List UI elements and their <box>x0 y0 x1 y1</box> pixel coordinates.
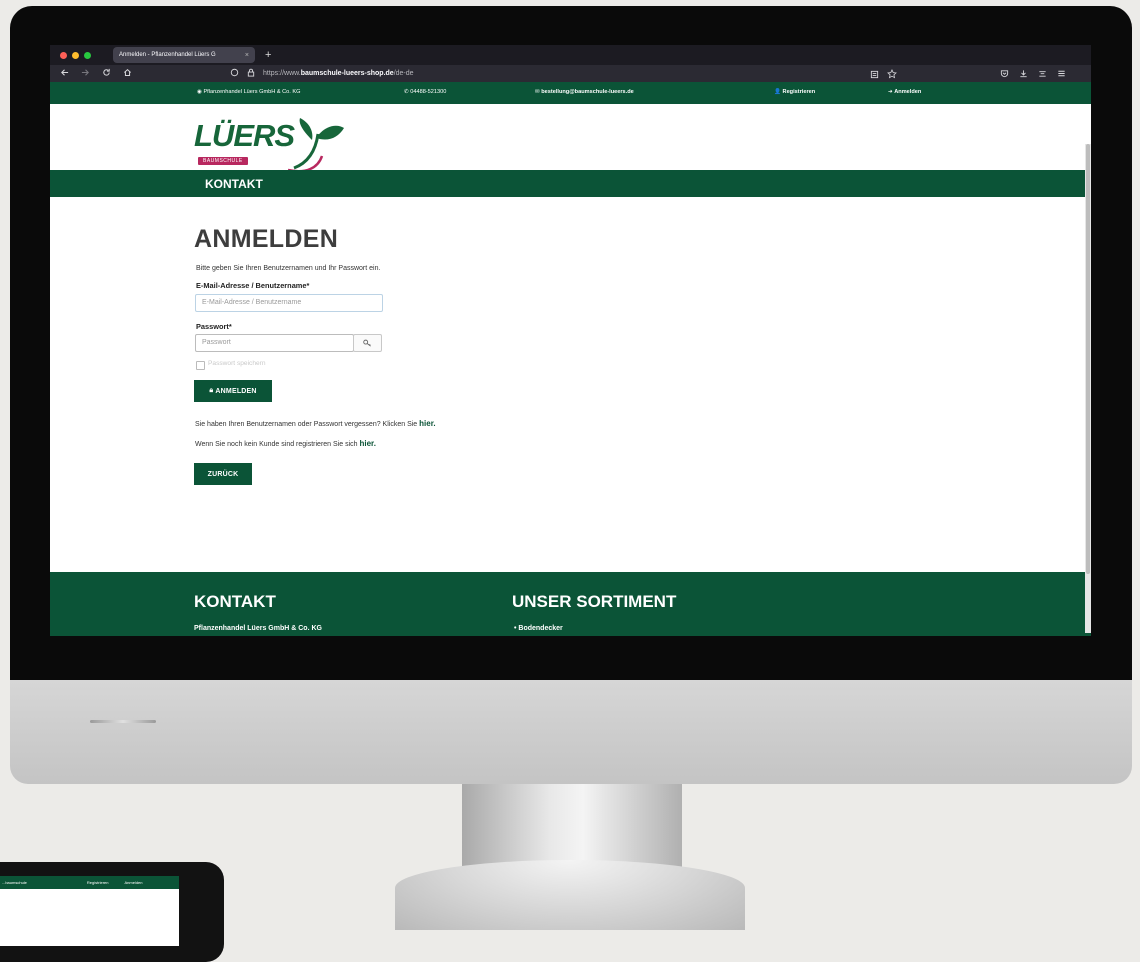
url-bar[interactable]: https://www.baumschule-lueers-shop.de/de… <box>230 67 414 80</box>
tablet-screen: ...baumschule Registrieren Anmelden <box>0 876 179 946</box>
mail-icon: ✉ <box>535 89 540 95</box>
monitor-stand-base <box>395 860 745 930</box>
topbar-register-link[interactable]: 👤 Registrieren <box>774 89 815 95</box>
window-minimize-button[interactable] <box>72 51 79 59</box>
assortment-item-label: Bodendecker <box>518 625 563 632</box>
logo-subtitle: BAUMSCHULE <box>198 157 248 165</box>
remember-password-checkbox[interactable] <box>196 361 205 370</box>
location-icon: ◉ <box>197 89 202 95</box>
topbar-company: ◉ Pflanzenhandel Lüers GmbH & Co. KG <box>197 89 300 95</box>
window-close-button[interactable] <box>60 51 67 59</box>
logo-text: LÜERS <box>194 118 295 153</box>
user-plus-icon: 👤 <box>774 89 781 95</box>
site-footer: KONTAKT Pflanzenhandel Lüers GmbH & Co. … <box>50 572 1091 636</box>
phone-icon: ✆ <box>404 89 409 95</box>
footer-company: Pflanzenhandel Lüers GmbH & Co. KG <box>194 625 322 632</box>
password-field[interactable]: Passwort <box>195 334 354 352</box>
url-actions <box>870 69 897 81</box>
bullet-icon: • <box>514 625 517 632</box>
nav-item-kontakt[interactable]: KONTAKT <box>205 177 263 191</box>
company-text: Pflanzenhandel Lüers GmbH & Co. KG <box>203 89 301 95</box>
url-domain: baumschule-lueers-shop.de <box>300 70 394 77</box>
pocket-icon[interactable] <box>1000 69 1009 80</box>
forward-icon[interactable] <box>81 68 90 80</box>
forgot-password-link[interactable]: hier. <box>419 419 435 428</box>
window-zoom-button[interactable] <box>84 51 91 59</box>
browser-tab-active[interactable]: Anmelden - Pflanzenhandel Lüers G × <box>113 47 255 63</box>
monitor-chin <box>10 680 1132 784</box>
login-text: Anmelden <box>894 89 922 95</box>
back-icon[interactable] <box>60 68 69 80</box>
reader-view-icon[interactable] <box>870 70 879 81</box>
scrollbar-thumb[interactable] <box>1086 144 1090 574</box>
tablet-login-link[interactable]: Anmelden <box>124 880 142 885</box>
tablet-device: ...baumschule Registrieren Anmelden <box>0 862 224 962</box>
login-button[interactable]: 🔒︎ ANMELDEN <box>194 380 272 402</box>
register-sentence: Wenn Sie noch kein Kunde sind registrier… <box>195 441 360 448</box>
email-text: bestellung@baumschule-lueers.de <box>541 89 634 95</box>
register-text: Registrieren <box>782 89 816 95</box>
footer-assortment-heading: UNSER SORTIMENT <box>512 592 677 611</box>
leaf-logo-icon <box>287 118 344 173</box>
bookmark-star-icon[interactable] <box>887 69 897 81</box>
remember-password-label: Passwort speichern <box>208 360 266 367</box>
register-link[interactable]: hier. <box>359 439 375 448</box>
password-label: Passwort* <box>196 322 232 331</box>
login-section: ANMELDEN Bitte geben Sie Ihren Benutzern… <box>50 197 1091 534</box>
login-intro: Bitte geben Sie Ihren Benutzernamen und … <box>196 265 381 272</box>
tablet-topbar: ...baumschule Registrieren Anmelden <box>0 876 179 889</box>
register-text-line: Wenn Sie noch kein Kunde sind registrier… <box>195 439 376 448</box>
browser-navbar: https://www.baumschule-lueers-shop.de/de… <box>50 65 1091 82</box>
lock-icon: 🔒︎ <box>209 387 214 394</box>
login-button-label: ANMELDEN <box>215 387 257 395</box>
forgot-password-text: Sie haben Ihren Benutzernamen oder Passw… <box>195 419 436 428</box>
new-tab-button[interactable]: + <box>265 49 271 61</box>
reload-icon[interactable] <box>102 68 111 80</box>
tab-close-icon[interactable]: × <box>245 52 249 59</box>
browser-window: Anmelden - Pflanzenhandel Lüers G × + ht… <box>50 45 1091 636</box>
lock-icon[interactable] <box>247 68 255 79</box>
download-icon[interactable] <box>1019 69 1028 80</box>
tab-title: Anmelden - Pflanzenhandel Lüers G <box>119 52 216 58</box>
tablet-topbar-left: ...baumschule <box>2 880 27 885</box>
back-button[interactable]: ZURÜCK <box>194 463 252 485</box>
tablet-register-link[interactable]: Registrieren <box>87 880 109 885</box>
sign-in-icon: ➜ <box>888 89 893 95</box>
footer-contact-heading: KONTAKT <box>194 592 276 611</box>
toolbar-actions <box>1000 69 1066 80</box>
phone-text: 04488-521300 <box>410 89 447 95</box>
page-scrollbar[interactable] <box>1085 144 1091 633</box>
topbar-phone[interactable]: ✆ 04488-521300 <box>404 89 446 95</box>
home-icon[interactable] <box>123 68 132 80</box>
url-path: /de-de <box>393 70 414 77</box>
forgot-text: Sie haben Ihren Benutzernamen oder Passw… <box>195 421 420 428</box>
menu-icon[interactable] <box>1057 69 1066 80</box>
page-title: ANMELDEN <box>194 225 339 253</box>
email-field[interactable]: E-Mail-Adresse / Benutzername <box>195 294 383 312</box>
browser-tabbar: Anmelden - Pflanzenhandel Lüers G × + <box>50 45 1091 65</box>
site-header: LÜERS BAUMSCHULE <box>50 104 1091 173</box>
monitor-logo-mark <box>90 720 156 723</box>
extensions-icon[interactable] <box>1038 69 1047 80</box>
main-navigation: KONTAKT <box>50 170 1091 197</box>
url-prefix: https://www. <box>263 70 301 77</box>
topbar-email[interactable]: ✉ bestellung@baumschule-lueers.de <box>535 89 634 95</box>
site-topbar: ◉ Pflanzenhandel Lüers GmbH & Co. KG ✆ 0… <box>50 82 1091 104</box>
url-text[interactable]: https://www.baumschule-lueers-shop.de/de… <box>263 70 414 77</box>
topbar-login-link[interactable]: ➜ Anmelden <box>888 89 921 95</box>
email-label: E-Mail-Adresse / Benutzername* <box>196 281 310 290</box>
footer-assortment-item[interactable]: • Bodendecker <box>514 625 563 632</box>
shield-icon[interactable] <box>230 68 239 79</box>
show-password-key-icon[interactable] <box>353 334 382 352</box>
